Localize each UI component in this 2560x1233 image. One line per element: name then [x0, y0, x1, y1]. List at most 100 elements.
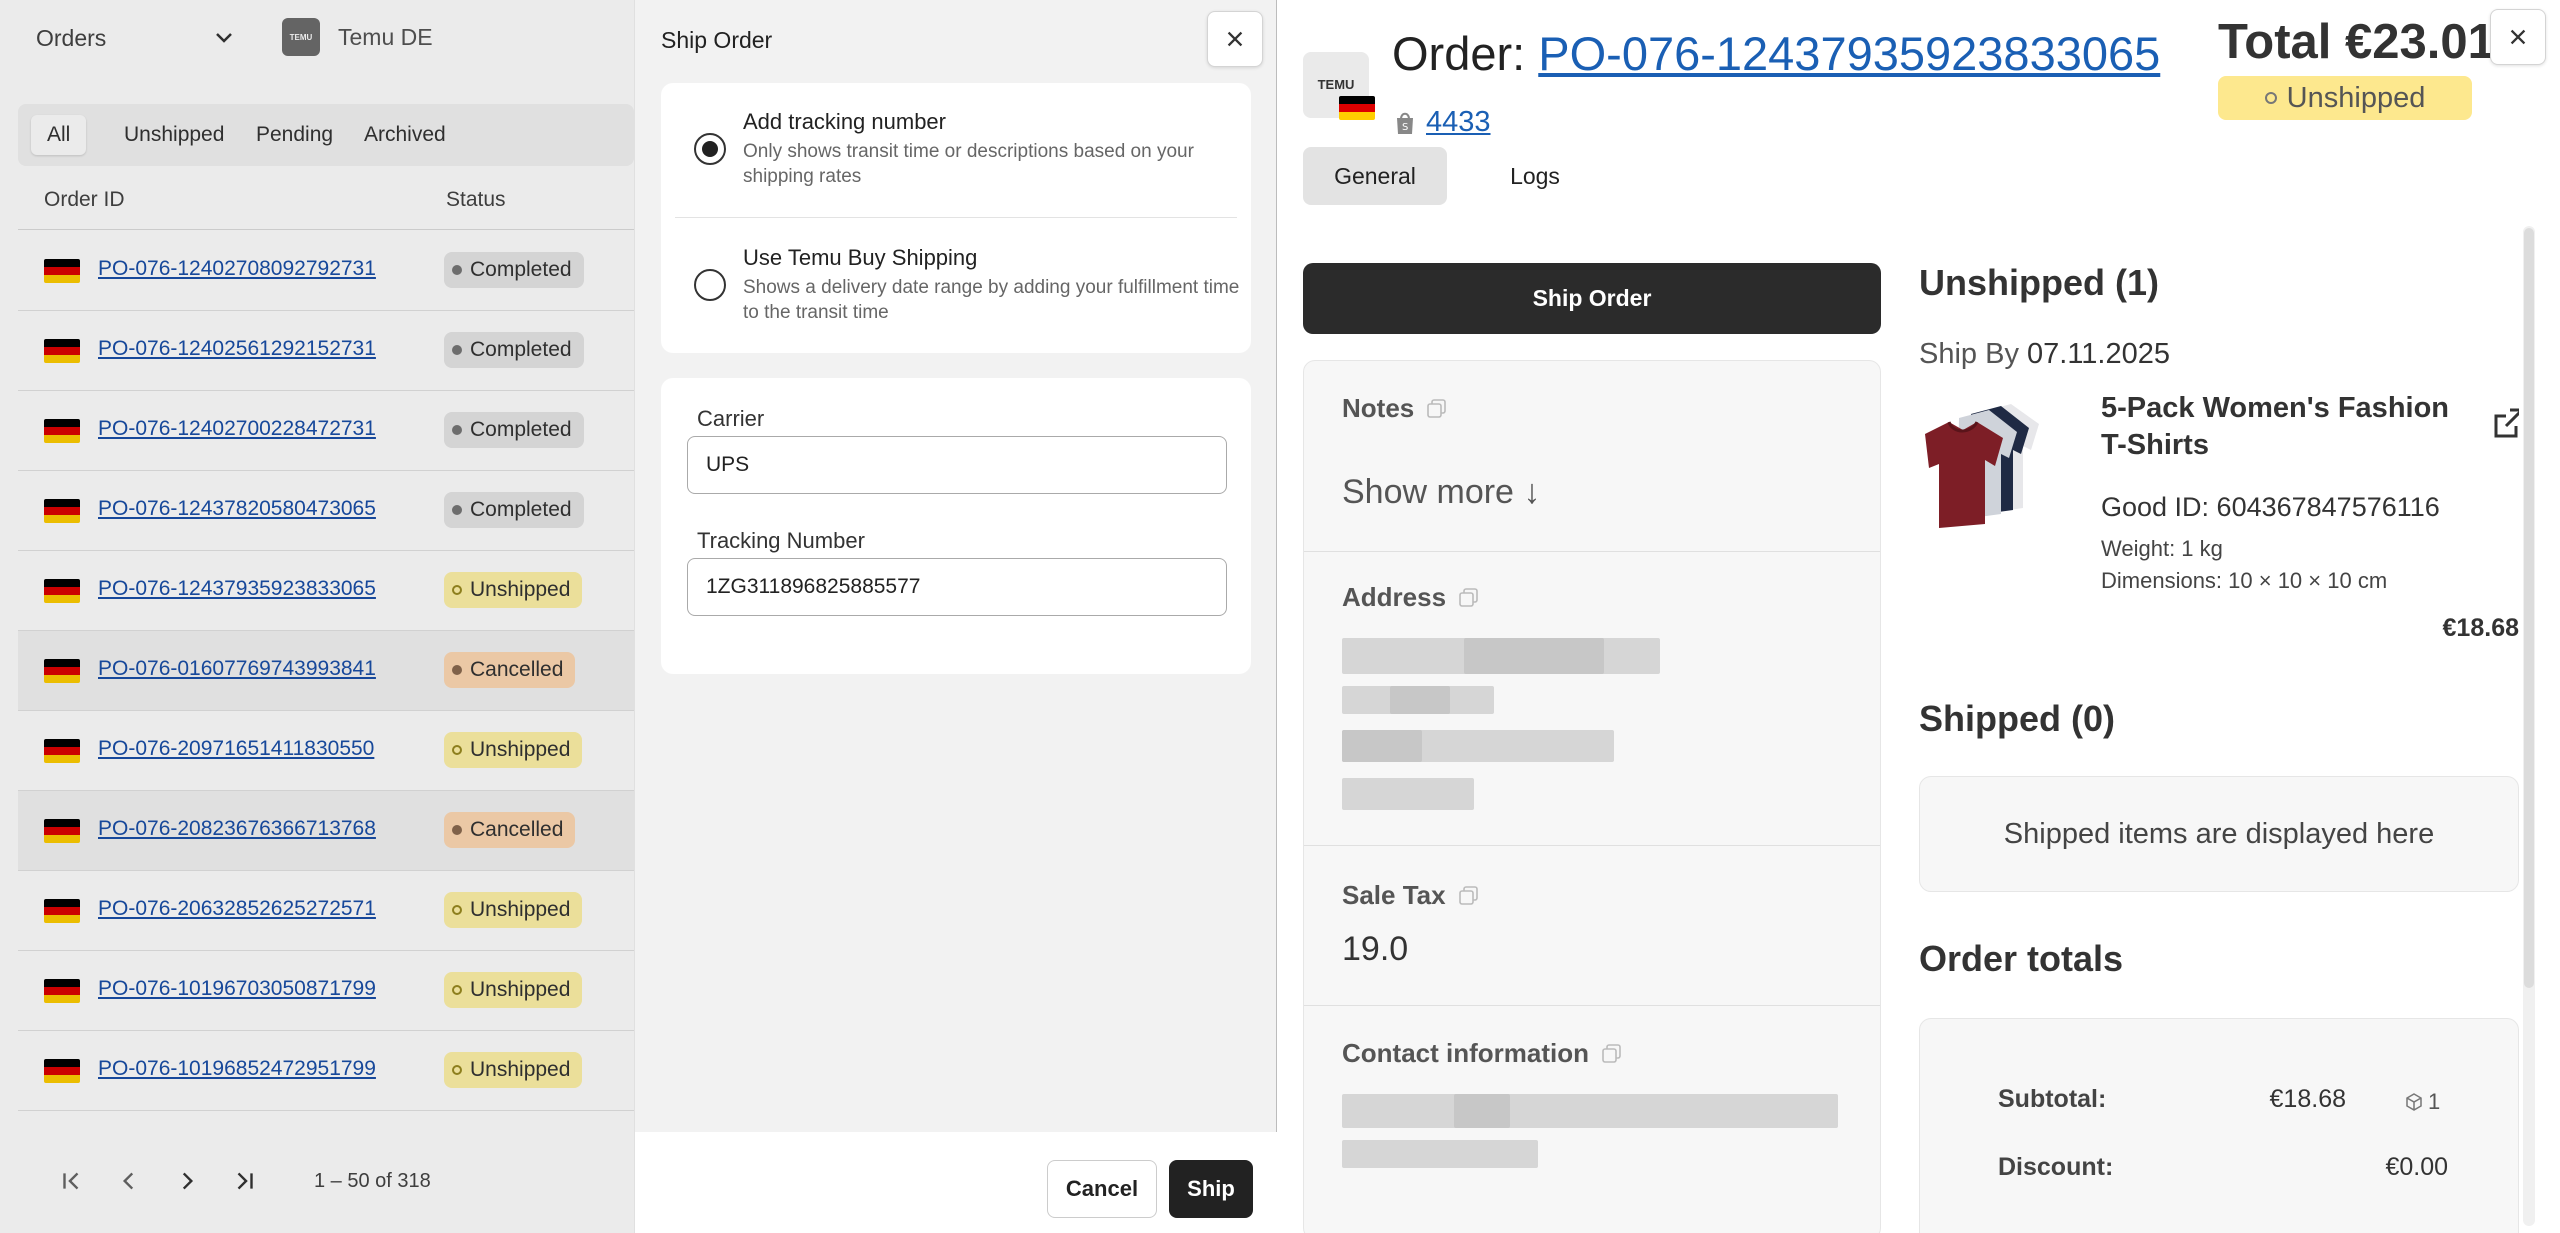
carrier-field[interactable] — [687, 436, 1227, 494]
table-row[interactable]: PO-076-20971651411830550 Unshipped — [18, 711, 634, 791]
table-row[interactable]: PO-076-12437820580473065 Completed — [18, 471, 634, 551]
scrollbar-thumb[interactable] — [2524, 228, 2534, 988]
prev-page-icon[interactable] — [114, 1166, 144, 1196]
product-good-id: Good ID: 604367847576116 — [2101, 492, 2440, 522]
table-row[interactable]: PO-076-01607769743993841 Cancelled — [18, 631, 634, 711]
discount-value: €0.00 — [2385, 1153, 2448, 1181]
order-detail-panel: TEMU Order: PO-076-12437935923833065 S 4… — [1277, 0, 2560, 1233]
order-id-link[interactable]: PO-076-20632852625272571 — [98, 897, 416, 921]
show-more-link[interactable]: Show more ↓ — [1342, 473, 1540, 512]
ship-order-panel: Ship Order Add tracking number Only show… — [634, 0, 1277, 1233]
redacted-contact-line — [1342, 1140, 1538, 1168]
status-badge: Completed — [444, 492, 584, 528]
store-selector[interactable]: TEMU Temu DE — [282, 18, 433, 56]
table-row[interactable]: PO-076-12402708092792731 Completed — [18, 231, 634, 311]
cancel-button[interactable]: Cancel — [1047, 1160, 1157, 1218]
tab-logs[interactable]: Logs — [1463, 147, 1607, 205]
unshipped-heading: Unshipped (1) — [1919, 262, 2159, 303]
radio-temu-buy-shipping[interactable] — [694, 269, 726, 301]
next-page-icon[interactable] — [172, 1166, 202, 1196]
copy-icon[interactable] — [1458, 587, 1480, 609]
order-id-link[interactable]: PO-076-12402700228472731 — [98, 417, 416, 441]
germany-flag-icon — [44, 899, 80, 923]
order-id-link[interactable]: PO-076-01607769743993841 — [98, 657, 416, 681]
redacted-contact-line — [1342, 1094, 1838, 1128]
option-add-tracking[interactable]: Add tracking number Only shows transit t… — [661, 83, 1251, 217]
subtotal-quantity: 1 — [2404, 1089, 2440, 1115]
table-row[interactable]: PO-076-20632852625272571 Unshipped — [18, 871, 634, 951]
contact-heading: Contact information — [1342, 1038, 1623, 1069]
table-row[interactable]: PO-076-12402561292152731 Completed — [18, 311, 634, 391]
order-id-link[interactable]: PO-076-20971651411830550 — [98, 737, 416, 761]
table-row[interactable]: PO-076-10196852472951799 Unshipped — [18, 1031, 634, 1111]
order-id-link[interactable]: PO-076-12437935923833065 — [98, 577, 416, 601]
column-header-order-id[interactable]: Order ID — [44, 188, 125, 212]
product-dimensions: Dimensions: 10 × 10 × 10 cm — [2101, 568, 2388, 593]
order-id-link[interactable]: PO-076-12402708092792731 — [98, 257, 416, 281]
order-title: Order: PO-076-12437935923833065 — [1392, 26, 2160, 81]
shop-order-number-link[interactable]: 4433 — [1426, 106, 1491, 139]
table-row[interactable]: PO-076-12402700228472731 Completed — [18, 391, 634, 471]
order-info-card: Notes Show more ↓ Address Sale Tax 19.0 — [1303, 360, 1881, 1233]
tab-general[interactable]: General — [1303, 147, 1447, 205]
germany-flag-icon — [44, 979, 80, 1003]
order-id-link[interactable]: PO-076-20823676366713768 — [98, 817, 416, 841]
first-page-icon[interactable] — [56, 1166, 86, 1196]
germany-flag-icon — [44, 419, 80, 443]
filter-tab-archived[interactable]: Archived — [348, 115, 462, 155]
radio-add-tracking[interactable] — [694, 133, 726, 165]
germany-flag-icon — [44, 1059, 80, 1083]
order-total: Total €23.01 — [2218, 15, 2495, 69]
ship-panel-close-button[interactable] — [1207, 11, 1263, 67]
shipped-items-placeholder: Shipped items are displayed here — [1919, 776, 2519, 892]
copy-icon[interactable] — [1426, 398, 1448, 420]
product-price: €18.68 — [2442, 614, 2519, 642]
germany-flag-icon — [44, 499, 80, 523]
order-id-link[interactable]: PO-076-12402561292152731 — [98, 337, 416, 361]
ship-button[interactable]: Ship — [1169, 1160, 1253, 1218]
filter-tab-unshipped[interactable]: Unshipped — [108, 115, 240, 155]
order-id-link[interactable]: PO-076-12437935923833065 — [1538, 27, 2160, 80]
table-row[interactable]: PO-076-12437935923833065 Unshipped — [18, 551, 634, 631]
shipping-method-options: Add tracking number Only shows transit t… — [661, 83, 1251, 353]
notes-heading: Notes — [1342, 393, 1448, 424]
external-link-icon[interactable] — [2490, 406, 2519, 442]
table-row[interactable]: PO-076-10196703050871799 Unshipped — [18, 951, 634, 1031]
orders-topbar: Orders TEMU Temu DE — [0, 0, 634, 76]
tracking-fields-card: Carrier Tracking Number — [661, 378, 1251, 674]
column-header-status[interactable]: Status — [446, 188, 506, 212]
germany-flag-icon — [44, 819, 80, 843]
table-row[interactable]: PO-076-20823676366713768 Cancelled — [18, 791, 634, 871]
order-status-badge: Unshipped — [2218, 76, 2472, 120]
germany-flag-icon — [44, 259, 80, 283]
copy-icon[interactable] — [1601, 1043, 1623, 1065]
option-add-tracking-desc: Only shows transit time or descriptions … — [743, 141, 1194, 187]
status-badge: Unshipped — [444, 892, 583, 928]
option-add-tracking-title: Add tracking number — [743, 109, 946, 134]
ship-order-button[interactable]: Ship Order — [1303, 263, 1881, 334]
tracking-number-field[interactable] — [687, 558, 1227, 616]
redacted-address-block — [1464, 638, 1604, 674]
filter-tab-all[interactable]: All — [31, 115, 87, 155]
copy-icon[interactable] — [1458, 885, 1480, 907]
address-heading: Address — [1342, 582, 1480, 613]
last-page-icon[interactable] — [230, 1166, 260, 1196]
sale-tax-heading: Sale Tax — [1342, 880, 1480, 911]
order-id-link[interactable]: PO-076-10196852472951799 — [98, 1057, 416, 1081]
order-id-link[interactable]: PO-076-12437820580473065 — [98, 497, 416, 521]
order-panel-close-button[interactable] — [2490, 9, 2546, 65]
sale-tax-section: Sale Tax 19.0 — [1304, 846, 1880, 1006]
view-select[interactable]: Orders — [36, 22, 236, 54]
ship-by-row: Ship By 07.11.2025 — [1919, 338, 2171, 370]
product-image — [1925, 404, 2039, 528]
germany-flag-icon — [44, 739, 80, 763]
pagination: 1 – 50 of 318 — [18, 1140, 634, 1220]
temu-logo-icon: TEMU — [1303, 52, 1375, 120]
order-id-link[interactable]: PO-076-10196703050871799 — [98, 977, 416, 1001]
option-temu-buy-shipping[interactable]: Use Temu Buy Shipping Shows a delivery d… — [661, 219, 1251, 353]
orders-table-body: PO-076-12402708092792731 Completed PO-076-… — [18, 231, 634, 1111]
order-panel-scrollbar[interactable] — [2523, 226, 2535, 1226]
status-badge: Unshipped — [444, 732, 583, 768]
filter-tab-pending[interactable]: Pending — [240, 115, 349, 155]
temu-logo-icon: TEMU — [282, 18, 320, 56]
